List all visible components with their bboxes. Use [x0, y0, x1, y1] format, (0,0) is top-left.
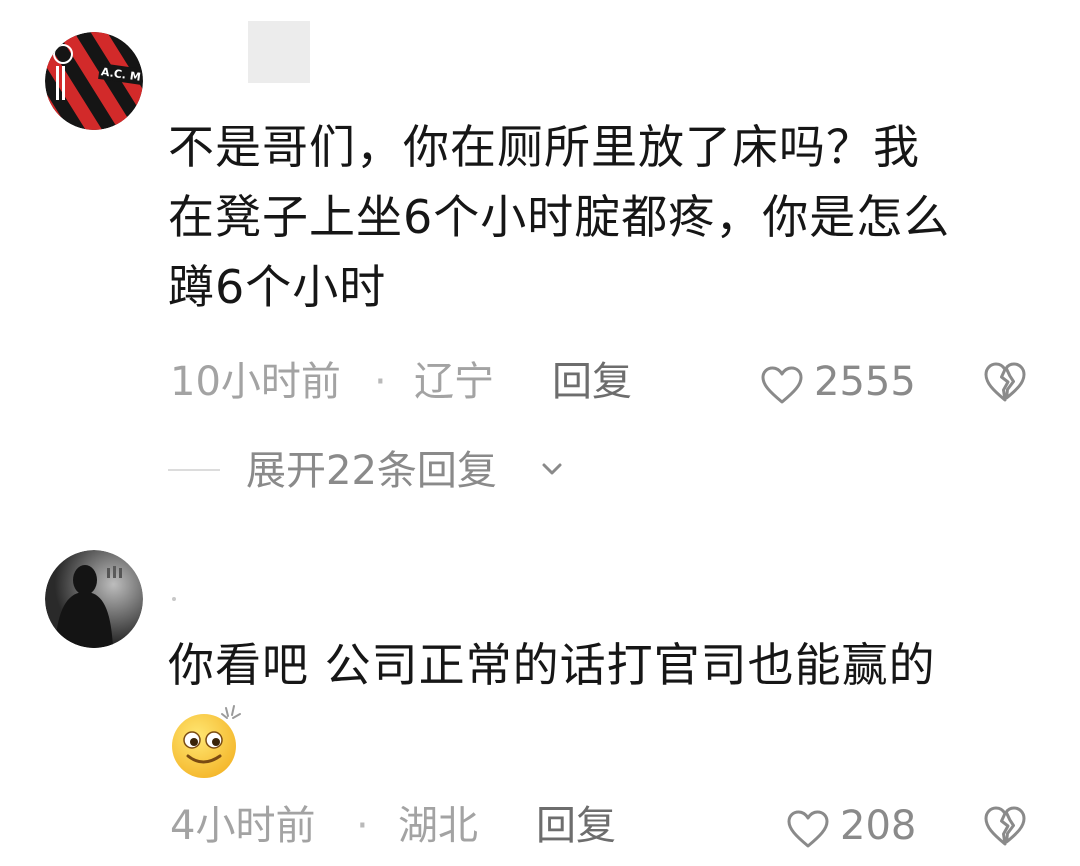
comment-location: 辽宁 [414, 359, 494, 405]
chevron-down-icon [542, 463, 562, 475]
comment-time: 4小时前 [170, 803, 316, 849]
comment-meta: 4小时前 · 湖北 回复 208 [0, 796, 1080, 856]
comment-line: 在凳子上坐6个小时腚都疼，你是怎么 [168, 190, 951, 244]
meta-separator: · [356, 803, 369, 849]
user-avatar[interactable]: A.C. M [45, 32, 143, 130]
comment-text: 不是哥们，你在厕所里放了床吗？我 在凳子上坐6个小时腚都疼，你是怎么 蹲6个小时 [168, 112, 950, 322]
comment-item: A.C. M 不是哥们，你在厕所里放了床吗？我 在凳子上坐6个小时腚都疼，你是怎… [0, 0, 1080, 520]
broken-heart-icon[interactable] [982, 360, 1028, 404]
ac-milan-stripes-avatar: A.C. M [45, 32, 143, 130]
expand-replies-button[interactable]: 展开22条回复 [168, 441, 588, 501]
username-placeholder[interactable] [248, 21, 310, 83]
expand-replies-label: 展开22条回复 [246, 448, 497, 494]
smiling-face-emoji [168, 702, 244, 784]
comment-line: 蹲6个小时 [168, 260, 387, 314]
user-avatar[interactable] [45, 550, 143, 648]
comment-line: 不是哥们，你在厕所里放了床吗？我 [168, 120, 920, 174]
comment-item: 你看吧 公司正常的话打官司也能赢的 4小时前 · 湖北 回复 208 [0, 530, 1080, 850]
comment-text: 你看吧 公司正常的话打官司也能赢的 [168, 630, 936, 700]
dark-silhouette-avatar [45, 550, 143, 648]
comment-location: 湖北 [398, 803, 478, 849]
divider-line [168, 469, 220, 471]
comment-meta: 10小时前 · 辽宁 回复 2555 [0, 352, 1080, 412]
heart-outline-icon[interactable] [786, 806, 830, 848]
username-placeholder[interactable] [172, 597, 176, 601]
reply-button[interactable]: 回复 [552, 352, 632, 412]
heart-outline-icon[interactable] [760, 362, 804, 404]
broken-heart-icon[interactable] [982, 804, 1028, 848]
comment-line: 你看吧 公司正常的话打官司也能赢的 [168, 638, 936, 692]
comment-time: 10小时前 [170, 359, 341, 405]
meta-separator: · [374, 359, 387, 405]
reply-button[interactable]: 回复 [536, 796, 616, 856]
like-count: 2555 [814, 359, 916, 405]
like-count: 208 [840, 803, 917, 849]
